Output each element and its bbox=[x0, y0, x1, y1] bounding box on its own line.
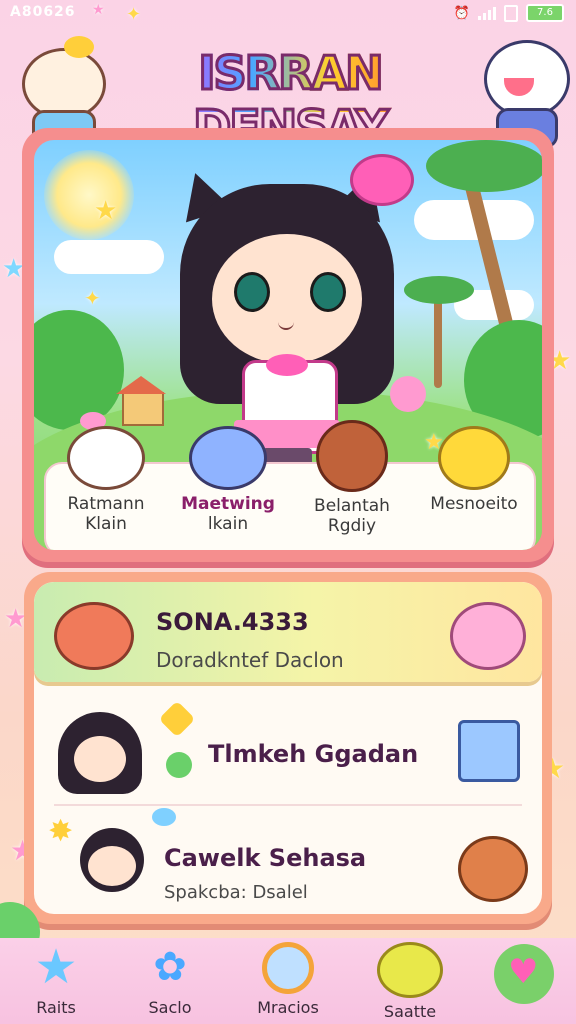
companion-name: Maetwing bbox=[181, 494, 275, 514]
companion-item[interactable]: Belantah Rgdiy bbox=[296, 420, 408, 536]
cat-mascot-left bbox=[14, 36, 108, 146]
sparkle-icon: ★ bbox=[94, 196, 118, 226]
companion-item[interactable]: Ratmann Klain bbox=[50, 426, 162, 534]
magic-wand-icon: ✿ bbox=[153, 944, 187, 990]
bear-icon bbox=[458, 836, 528, 902]
gem-icon bbox=[166, 752, 192, 778]
companion-wolf-icon bbox=[189, 426, 267, 490]
hero-card: ★ ✦ ★ Ratmann Klain Maetwing lkain Belan… bbox=[22, 128, 554, 562]
companion-bear-icon bbox=[316, 420, 388, 492]
mirror-icon bbox=[262, 942, 314, 994]
quest-panel: SONA.4333 Doradkntef Daclon Tlmkeh Ggada… bbox=[24, 572, 552, 924]
companion-list: Ratmann Klain Maetwing lkain Belantah Rg… bbox=[44, 420, 536, 550]
highlight-title: SONA.4333 bbox=[156, 608, 309, 636]
nav-item-mracios[interactable]: Mracios bbox=[238, 942, 338, 1017]
house-icon bbox=[122, 392, 164, 426]
list-item[interactable]: Tlmkeh Ggadan bbox=[34, 690, 542, 802]
sim-icon bbox=[504, 4, 518, 22]
eye-left bbox=[234, 272, 270, 312]
alarm-icon: ⏰ bbox=[453, 5, 470, 21]
dress-bow-icon bbox=[266, 354, 308, 376]
divider bbox=[54, 804, 522, 806]
eye-right bbox=[310, 272, 346, 312]
companion-item[interactable]: Maetwing lkain bbox=[172, 426, 284, 534]
nav-label: Saatte bbox=[383, 1002, 437, 1021]
avatar-face bbox=[74, 736, 126, 782]
companion-name: Ratmann bbox=[67, 494, 145, 514]
nav-label: Saclo bbox=[148, 998, 192, 1017]
star-icon: ✸ bbox=[48, 814, 74, 849]
nav-item-raits[interactable]: ★ Raits bbox=[6, 942, 106, 1017]
player-character[interactable] bbox=[162, 154, 414, 474]
companion-sun-icon bbox=[438, 426, 510, 490]
list-item-title: Cawelk Sehasa bbox=[164, 844, 367, 872]
battery-icon: 7.6 bbox=[526, 4, 564, 22]
nav-label: Mracios bbox=[257, 998, 319, 1017]
companion-cat-icon bbox=[67, 426, 145, 490]
gem-icon bbox=[158, 700, 196, 738]
quest-list: SONA.4333 Doradkntef Daclon Tlmkeh Ggada… bbox=[34, 582, 542, 914]
palm-leaves-icon bbox=[404, 276, 474, 304]
nav-item-saclo[interactable]: ✿ Saclo bbox=[120, 942, 220, 1017]
companion-item[interactable]: Mesnoeito bbox=[418, 426, 530, 514]
sparkle-icon: ★ bbox=[92, 2, 105, 18]
avatar-face bbox=[88, 846, 136, 886]
cube-icon bbox=[458, 720, 520, 782]
nav-item-saatte[interactable]: Saatte bbox=[360, 942, 460, 1021]
list-item-highlight[interactable]: SONA.4333 Doradkntef Daclon bbox=[34, 582, 542, 682]
companion-type: Klain bbox=[85, 514, 127, 534]
list-item-subtitle: Spakcba: Dsalel bbox=[164, 882, 308, 903]
status-icons: ⏰ 7.6 bbox=[454, 4, 564, 22]
signal-icon bbox=[478, 6, 496, 20]
list-item-title: Tlmkeh Ggadan bbox=[208, 740, 419, 768]
cloud-icon bbox=[54, 240, 164, 274]
bear-icon bbox=[54, 602, 134, 670]
companion-name: Belantah bbox=[314, 496, 390, 516]
sparkle-icon: ✦ bbox=[126, 4, 142, 25]
bear-icon bbox=[377, 942, 443, 998]
heart-icon: ♥ bbox=[508, 952, 539, 992]
pig-icon bbox=[450, 602, 526, 670]
nav-label: Raits bbox=[36, 998, 76, 1017]
companion-name: Mesnoeito bbox=[430, 494, 518, 514]
hair-bow-icon bbox=[350, 154, 414, 206]
star-icon: ★ bbox=[34, 939, 78, 995]
game-title: ISRRAN DENSAY bbox=[100, 45, 480, 156]
sparkle-icon: ✦ bbox=[84, 286, 101, 310]
status-time: A80626 bbox=[10, 4, 76, 20]
sun-icon bbox=[44, 150, 134, 240]
companion-type: Rgdiy bbox=[327, 516, 377, 536]
list-item[interactable]: ✸ Cawelk Sehasa Spakcba: Dsalel bbox=[34, 808, 542, 914]
heart-button[interactable]: ♥ bbox=[494, 944, 554, 1004]
palm-leaves-icon bbox=[426, 140, 542, 192]
hero-scene: ★ ✦ ★ Ratmann Klain Maetwing lkain Belan… bbox=[34, 140, 542, 550]
bottom-nav: ★ Raits ✿ Saclo Mracios Saatte ♥ bbox=[0, 938, 576, 1024]
house-roof bbox=[116, 376, 166, 394]
highlight-subtitle: Doradkntef Daclon bbox=[156, 648, 344, 672]
bubble-icon bbox=[152, 808, 176, 826]
status-bar: A80626 ⏰ 7.6 bbox=[0, 0, 576, 26]
companion-type: lkain bbox=[207, 514, 249, 534]
